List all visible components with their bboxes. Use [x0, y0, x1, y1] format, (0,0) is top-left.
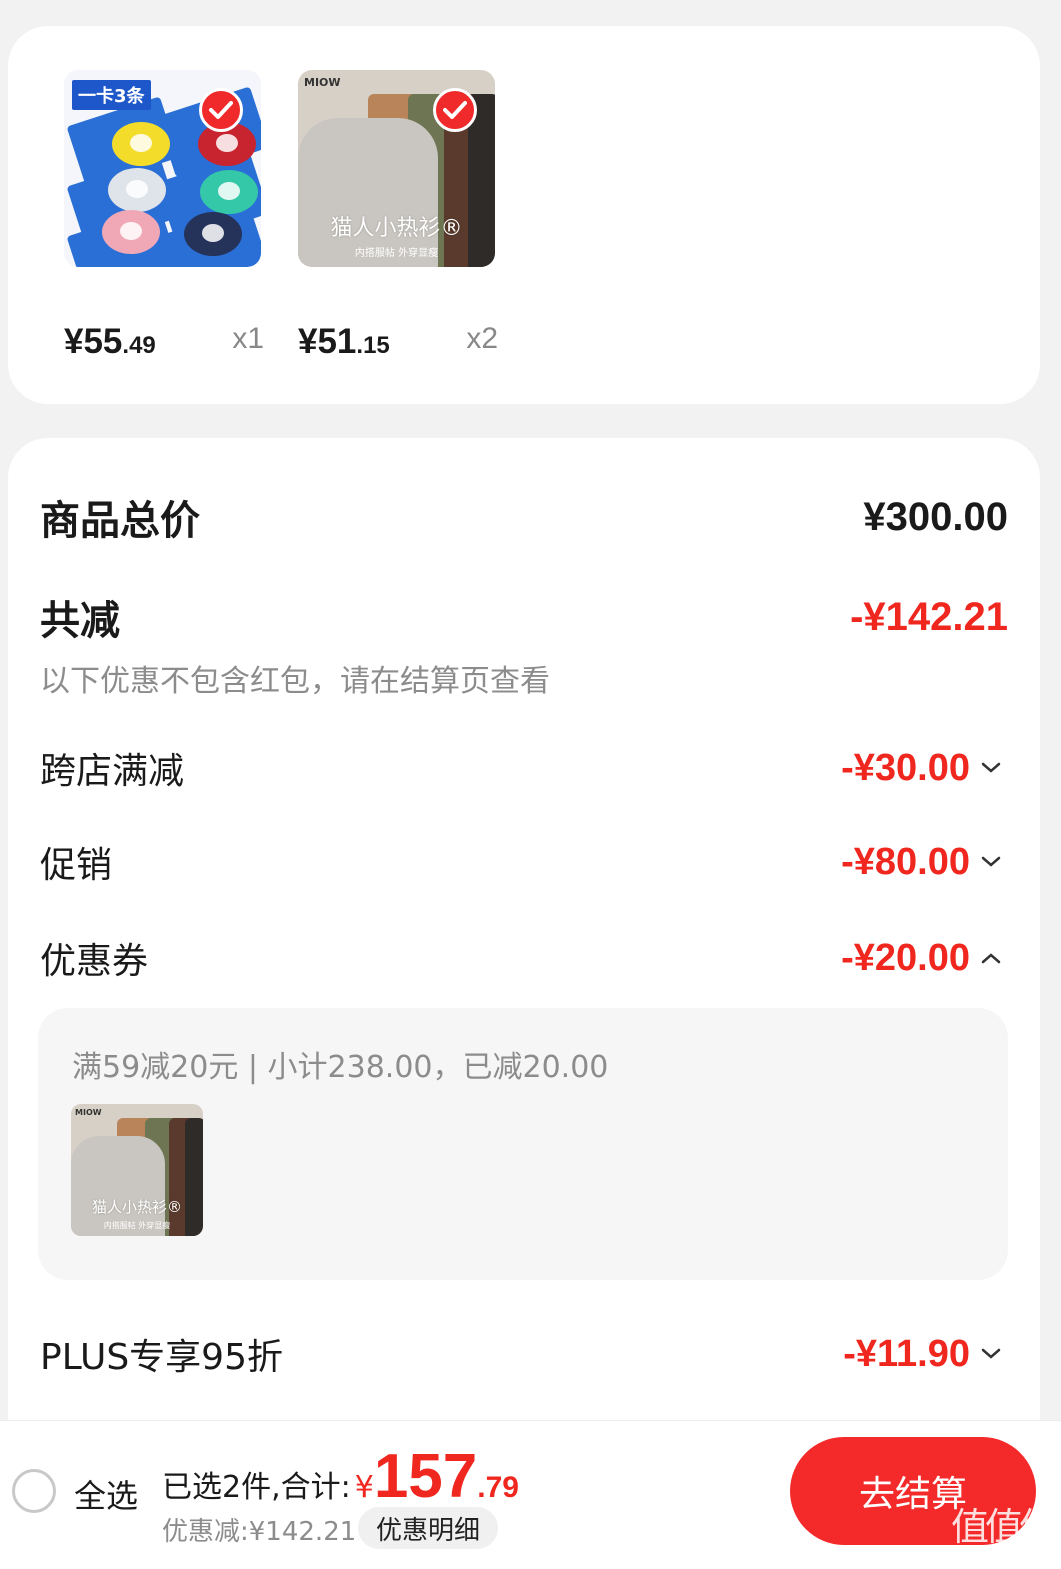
check-icon[interactable] — [199, 88, 243, 132]
check-icon[interactable] — [433, 88, 477, 132]
brand-logo: MIOW — [75, 1108, 102, 1117]
tape-roll-graphic — [112, 122, 170, 166]
tape-roll-graphic — [102, 210, 160, 254]
total-decimal: .79 — [477, 1471, 519, 1504]
discount-label: PLUS专享95折 — [40, 1337, 283, 1378]
discount-amount: -¥20.00 — [841, 936, 970, 979]
image-caption: 猫人小热衫® — [330, 216, 463, 241]
selected-total: 已选2件,合计: ¥ 157 .79 — [162, 1441, 519, 1512]
discount-label: 优惠券 — [40, 941, 149, 982]
chevron-down-icon[interactable] — [974, 1337, 1008, 1371]
discount-value: -¥20.00 — [841, 937, 1008, 980]
price-integer: ¥51 — [298, 322, 357, 361]
discount-value: -¥11.90 — [843, 1333, 1008, 1376]
product-price-row: ¥55.49 x1 — [64, 322, 264, 362]
tape-roll-graphic — [200, 170, 258, 214]
radio-unchecked-icon[interactable] — [12, 1469, 56, 1513]
discount-row-promotion[interactable]: 促销 -¥80.00 — [40, 836, 1008, 888]
chevron-down-icon[interactable] — [974, 845, 1008, 879]
image-caption: 猫人小热衫® — [91, 1198, 182, 1216]
pack-badge: 一卡3条 — [72, 80, 151, 110]
watermark-url: zhizhizhi.com — [953, 1547, 1050, 1564]
image-subcaption: 内搭服帖 外穿显瘦 — [354, 248, 439, 259]
tape-roll-graphic — [108, 168, 166, 212]
discount-detail-button[interactable]: 优惠明细 — [358, 1507, 499, 1549]
watermark-logo: 值值值 — [950, 1507, 1057, 1549]
discount-amount: -¥80.00 — [841, 840, 970, 883]
tape-roll-graphic — [184, 212, 242, 256]
total-integer: 157 — [373, 1442, 478, 1511]
discount-value: -¥80.00 — [841, 841, 1008, 884]
price-cents: .49 — [122, 332, 156, 359]
discount-row-coupon[interactable]: 优惠券 -¥20.00 — [40, 932, 1008, 984]
total-reduction-value: -¥142.21 — [850, 594, 1008, 639]
product-item[interactable]: 一卡3条 ¥55.49 x1 — [64, 70, 264, 361]
reduction-hint: 以下优惠不包含红包，请在结算页查看 — [40, 664, 550, 699]
chevron-up-icon[interactable] — [974, 941, 1008, 975]
price-summary-card: 商品总价 ¥300.00 共减 -¥142.21 以下优惠不包含红包，请在结算页… — [8, 438, 1040, 1438]
total-price-label: 商品总价 — [40, 498, 200, 544]
total-reduction-label: 共减 — [40, 598, 120, 644]
site-watermark: 值值值 zhizhizhi.com — [950, 1507, 1057, 1565]
coupon-product-thumbnail[interactable]: MIOW 猫人小热衫® 内搭服帖 外穿显瘦 — [71, 1104, 203, 1236]
discount-amount: -¥30.00 — [841, 746, 970, 789]
discount-amount: -¥11.90 — [843, 1332, 970, 1375]
checkout-bar: 全选 已选2件,合计: ¥ 157 .79 优惠减:¥142.21 优惠明细 去… — [0, 1420, 1061, 1569]
discount-row-cross-store[interactable]: 跨店满减 -¥30.00 — [40, 742, 1008, 794]
quantity: x2 — [466, 322, 498, 355]
product-thumbnail[interactable]: 一卡3条 — [64, 70, 261, 267]
coupon-detail-panel: 满59减20元 | 小计238.00，已减20.00 MIOW 猫人小热衫® 内… — [38, 1008, 1008, 1280]
quantity: x1 — [232, 322, 264, 355]
coupon-detail-text: 满59减20元 | 小计238.00，已减20.00 — [72, 1050, 609, 1085]
discount-label: 促销 — [40, 845, 113, 886]
total-reduction-row: 共减 -¥142.21 — [40, 588, 1008, 646]
discount-value: -¥30.00 — [841, 747, 1008, 790]
total-price-row: 商品总价 ¥300.00 — [40, 488, 1008, 546]
price-cents: .15 — [356, 332, 390, 359]
product-price-row: ¥51.15 x2 — [298, 322, 498, 362]
selected-products-card: 一卡3条 ¥55.49 x1 MIOW 猫人小热衫® 内搭服帖 外穿显瘦 ¥51… — [8, 26, 1040, 404]
discount-summary: 优惠减:¥142.21 — [162, 1517, 357, 1547]
shirt-graphic — [185, 1118, 203, 1236]
selected-count-label: 已选2件,合计: — [162, 1470, 351, 1505]
select-all-label[interactable]: 全选 — [74, 1471, 138, 1517]
discount-label: 跨店满减 — [40, 751, 185, 792]
product-thumbnail[interactable]: MIOW 猫人小热衫® 内搭服帖 外穿显瘦 — [298, 70, 495, 267]
product-item[interactable]: MIOW 猫人小热衫® 内搭服帖 外穿显瘦 ¥51.15 x2 — [298, 70, 498, 361]
price-integer: ¥55 — [64, 322, 123, 361]
currency-symbol: ¥ — [354, 1470, 374, 1505]
total-price-value: ¥300.00 — [863, 494, 1008, 539]
discount-row-plus[interactable]: PLUS专享95折 -¥11.90 — [40, 1328, 1008, 1380]
chevron-down-icon[interactable] — [974, 751, 1008, 785]
image-subcaption: 内搭服帖 外穿显瘦 — [103, 1221, 171, 1230]
brand-logo: MIOW — [304, 76, 341, 89]
